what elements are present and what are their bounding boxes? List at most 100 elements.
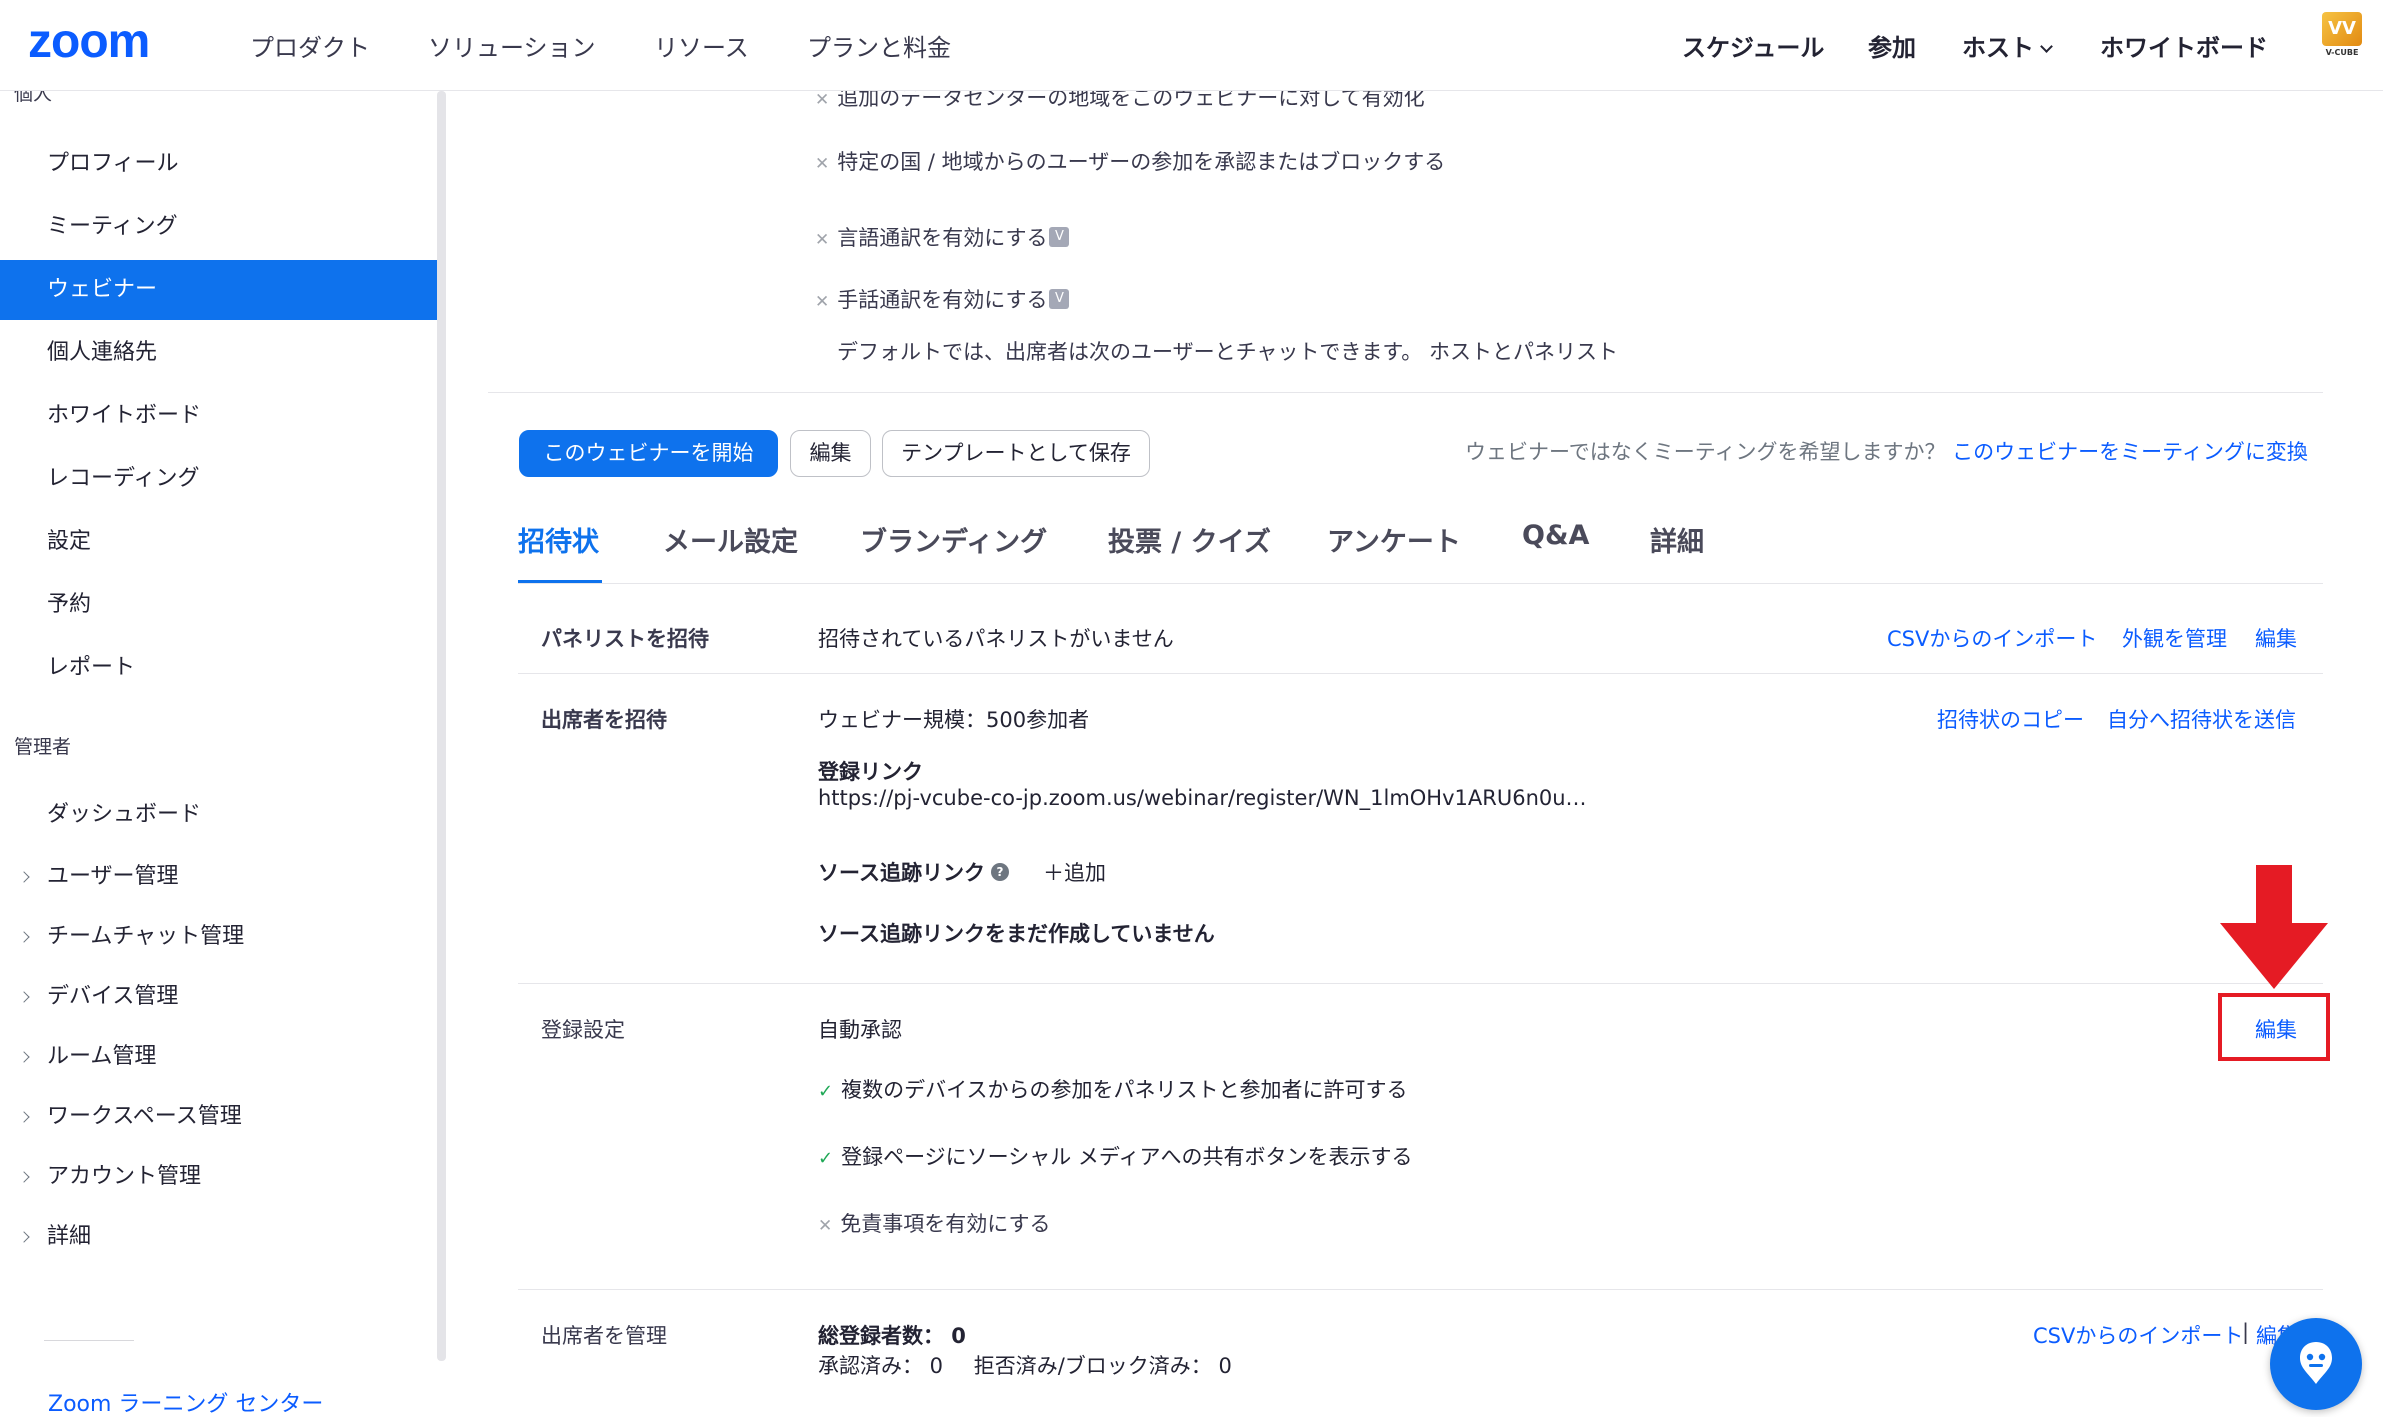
sidebar-item-profile[interactable]: プロフィール (0, 134, 437, 194)
send-invitation-to-self-link[interactable]: 自分へ招待状を送信 (2107, 704, 2296, 734)
option-text: 登録ページにソーシャル メディアへの共有ボタンを表示する (841, 1145, 1413, 1169)
option-chat-default: デフォルトでは、出席者は次のユーザーとチャットできます。 ホストとパネリスト (837, 340, 1618, 364)
chat-bot-icon (2300, 1342, 2332, 1384)
sidebar-item-whiteboards[interactable]: ホワイトボード (0, 386, 437, 446)
manage-appearance-link[interactable]: 外観を管理 (2122, 623, 2227, 653)
sidebar-item-recordings[interactable]: レコーディング (0, 449, 437, 509)
convert-to-meeting-link[interactable]: このウェビナーをミーティングに変換 (1952, 440, 2308, 464)
nav-pricing[interactable]: プランと料金 (807, 28, 951, 63)
sidebar-item-label: 詳細 (47, 1224, 92, 1249)
sidebar-item-label: チームチャット管理 (47, 924, 245, 949)
tab-email-settings[interactable]: メール設定 (663, 520, 798, 559)
tab-polls-quizzes[interactable]: 投票 / クイズ (1108, 520, 1271, 559)
chevron-right-icon (18, 991, 30, 1003)
registration-link-url[interactable]: https://pj-vcube-co-jp.zoom.us/webinar/r… (818, 786, 1587, 810)
nav-host[interactable]: ホスト (1962, 28, 2053, 63)
x-icon: ✕ (815, 292, 830, 312)
panelists-import-csv-link[interactable]: CSVからのインポート (1887, 623, 2097, 653)
sidebar-item-label: アカウント管理 (47, 1164, 202, 1189)
source-tracking-label: ソース追跡リンク (818, 861, 985, 885)
sidebar-item-settings[interactable]: 設定 (0, 512, 437, 572)
manage-import-csv-link[interactable]: CSVからのインポート (2033, 1320, 2243, 1350)
nav-products[interactable]: プロダクト (250, 28, 370, 63)
panelists-label: パネリストを招待 (541, 627, 709, 651)
chevron-right-icon (18, 871, 30, 883)
copy-invitation-link[interactable]: 招待状のコピー (1937, 704, 2084, 734)
vcube-logo-icon: VV (2322, 12, 2362, 46)
option-region-block: ✕ 特定の国 / 地域からのユーザーの参加を承認またはブロックする (815, 146, 1445, 176)
chevron-down-icon (2040, 40, 2053, 53)
nav-join[interactable]: 参加 (1868, 28, 1916, 63)
tabs-divider (518, 583, 2323, 584)
registration-settings-label: 登録設定 (541, 1018, 625, 1042)
zoom-logo[interactable]: zoom (28, 14, 150, 69)
option-text: 免責事項を有効にする (840, 1212, 1051, 1236)
attendees-label: 出席者を招待 (541, 708, 667, 732)
manage-attendees-label: 出席者を管理 (541, 1324, 667, 1348)
feature-badge-icon: V (1049, 227, 1070, 247)
sidebar-item-webinars[interactable]: ウェビナー (0, 260, 437, 320)
sidebar-item-label: デバイス管理 (47, 984, 179, 1009)
sidebar-item-workspace-management[interactable]: ワークスペース管理 (0, 1087, 437, 1147)
source-tracking-row: ソース追跡リンク? (818, 857, 1009, 887)
registration-link-label: 登録リンク (818, 760, 923, 784)
sidebar-item-personal-contacts[interactable]: 個人連絡先 (0, 323, 437, 383)
total-registrants: 総登録者数： 0 (818, 1324, 966, 1348)
tab-qa[interactable]: Q&A (1522, 520, 1589, 551)
sidebar-item-advanced[interactable]: 詳細 (0, 1207, 437, 1267)
row-divider (518, 673, 2323, 674)
nav-schedule[interactable]: スケジュール (1682, 28, 1824, 63)
sidebar-divider (44, 1340, 134, 1341)
approved-count: 承認済み： 0 (818, 1354, 944, 1378)
check-icon: ✓ (818, 1148, 834, 1169)
sidebar-item-room-management[interactable]: ルーム管理 (0, 1027, 437, 1087)
registrant-breakdown: 承認済み： 0 拒否済み/ブロック済み： 0 (818, 1350, 1232, 1380)
panelists-empty-text: 招待されているパネリストがいません (818, 627, 1174, 651)
auto-approve-text: 自動承認 (818, 1018, 902, 1042)
option-multi-device: ✓ 複数のデバイスからの参加をパネリストと参加者に許可する (818, 1074, 1407, 1104)
convert-question: ウェビナーではなくミーティングを希望しますか？ (1465, 440, 1946, 464)
edit-webinar-button[interactable]: 編集 (790, 430, 871, 477)
webinar-capacity: ウェビナー規模：500参加者 (818, 708, 1090, 732)
chevron-right-icon (18, 1111, 30, 1123)
source-tracking-empty: ソース追跡リンクをまだ作成していません (818, 922, 1215, 946)
x-icon: ✕ (815, 90, 830, 110)
option-text: 言語通訳を有効にする (837, 226, 1048, 250)
nav-resources[interactable]: リソース (654, 28, 749, 63)
tab-invitations[interactable]: 招待状 (518, 520, 599, 559)
help-icon[interactable]: ? (990, 863, 1009, 881)
tab-more[interactable]: 詳細 (1650, 520, 1704, 559)
sidebar-item-reports[interactable]: レポート (0, 638, 437, 698)
sidebar-item-label: ワークスペース管理 (47, 1104, 242, 1129)
feature-badge-icon: V (1049, 289, 1070, 309)
nav-host-label: ホスト (1962, 34, 2034, 62)
save-template-button[interactable]: テンプレートとして保存 (882, 430, 1150, 477)
annotation-arrow-icon (2220, 865, 2328, 989)
tab-survey[interactable]: アンケート (1327, 520, 1461, 559)
sidebar-item-team-chat-management[interactable]: チームチャット管理 (0, 907, 437, 967)
panelists-edit-link[interactable]: 編集 (2255, 623, 2297, 653)
learning-center-link[interactable]: Zoom ラーニング センター (48, 1386, 323, 1417)
add-source-tracking-link[interactable]: ＋追加 (1043, 857, 1106, 887)
nav-solutions[interactable]: ソリューション (428, 28, 596, 63)
nav-whiteboard[interactable]: ホワイトボード (2100, 28, 2268, 63)
x-icon: ✕ (818, 1216, 833, 1236)
sidebar-item-label: ルーム管理 (47, 1044, 157, 1069)
sidebar-item-scheduler[interactable]: 予約 (0, 575, 437, 635)
sidebar-item-dashboard[interactable]: ダッシュボード (0, 785, 437, 845)
sidebar-item-meetings[interactable]: ミーティング (0, 197, 437, 257)
sidebar-item-device-management[interactable]: デバイス管理 (0, 967, 437, 1027)
chevron-right-icon (18, 1171, 30, 1183)
tab-branding[interactable]: ブランディング (860, 520, 1047, 559)
start-webinar-button[interactable]: このウェビナーを開始 (519, 430, 778, 477)
sidebar-item-account-management[interactable]: アカウント管理 (0, 1147, 437, 1207)
chevron-right-icon (18, 1051, 30, 1063)
sidebar-item-label: ユーザー管理 (47, 864, 179, 889)
sidebar-scrollbar[interactable] (437, 91, 446, 1361)
account-avatar[interactable]: VV V-CUBE (2320, 12, 2364, 62)
section-divider (488, 392, 2323, 393)
sidebar-item-user-management[interactable]: ユーザー管理 (0, 847, 437, 907)
x-icon: ✕ (815, 230, 830, 250)
sidebar-section-admin: 管理者 (14, 736, 72, 758)
option-interpretation: ✕ 言語通訳を有効にする V (815, 222, 1070, 252)
